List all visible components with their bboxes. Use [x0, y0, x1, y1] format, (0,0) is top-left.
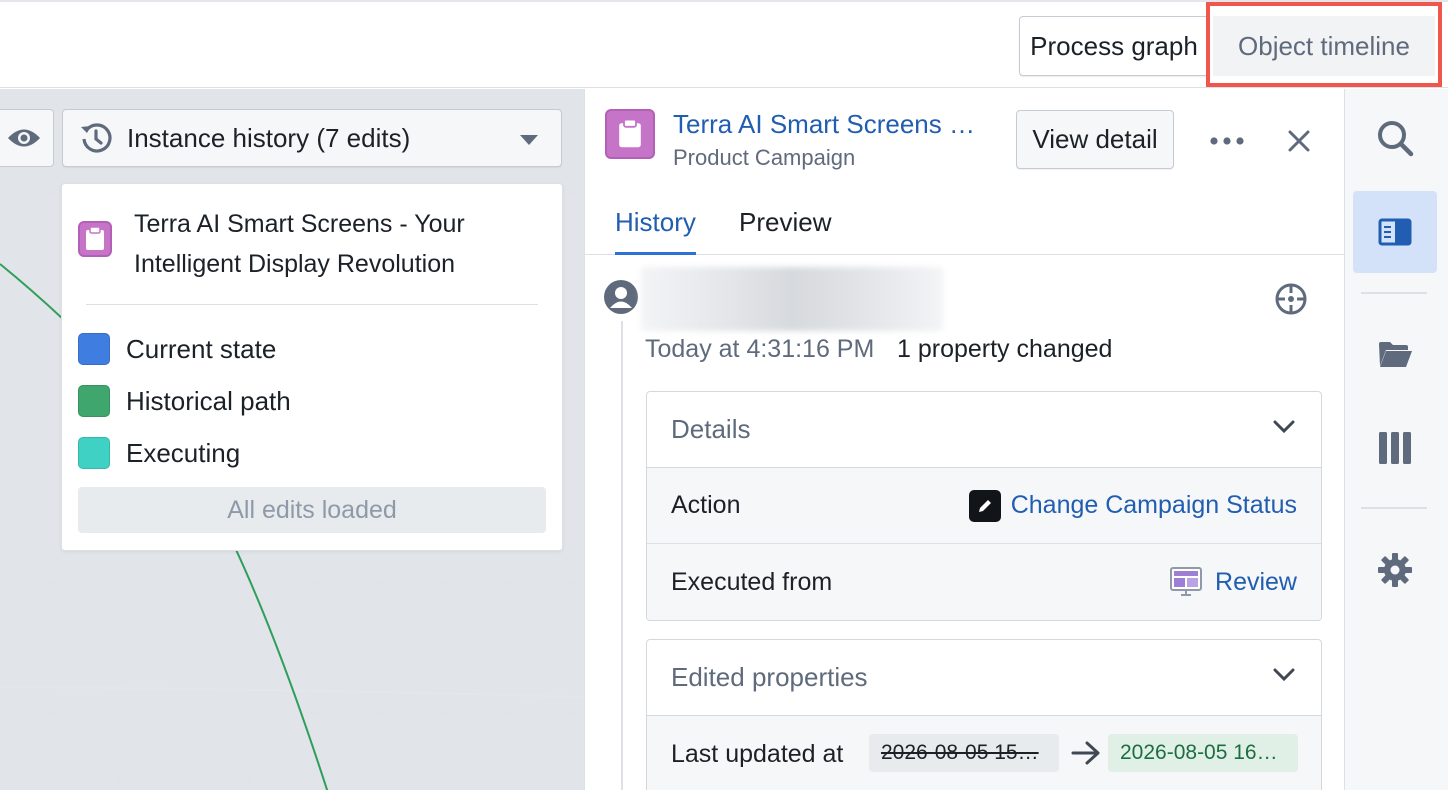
graph-legend: Terra AI Smart Screens - Your Intelligen…: [61, 183, 563, 551]
more-options-button[interactable]: [1203, 121, 1251, 161]
legend-item-executing: Executing: [78, 436, 240, 470]
close-icon: [1288, 130, 1310, 152]
view-detail-button[interactable]: View detail: [1016, 110, 1174, 169]
action-row: Action Change Campaign Status: [647, 468, 1321, 544]
edited-properties-header[interactable]: Edited properties: [647, 640, 1321, 716]
property-change-row: Last updated at 2026-08-05 15… 2026-08-0…: [647, 716, 1321, 790]
highlight-annotation: [1206, 2, 1442, 87]
eye-icon: [8, 129, 40, 147]
action-link[interactable]: Change Campaign Status: [968, 489, 1297, 522]
executed-from-row: Executed from Review: [647, 544, 1321, 620]
top-bar: Process graph Object timeline: [0, 0, 1448, 88]
search-button[interactable]: [1353, 97, 1437, 179]
clipboard-icon: [78, 221, 112, 257]
object-type-label: Product Campaign: [673, 145, 856, 170]
settings-button[interactable]: [1353, 529, 1437, 611]
timeline-line: [621, 321, 623, 790]
workshop-app-icon: [1170, 567, 1203, 596]
object-title-link[interactable]: Terra AI Smart Screens -…: [673, 109, 983, 140]
legend-item-label: Current state: [126, 333, 277, 364]
process-graph-button[interactable]: Process graph: [1019, 16, 1209, 76]
edited-properties-card: Edited properties Last updated at 2026-0…: [646, 639, 1322, 790]
user-avatar-icon: [604, 280, 638, 314]
gear-icon: [1378, 553, 1412, 587]
instance-history-select[interactable]: Instance history (7 edits): [62, 109, 562, 167]
entry-summary: 1 property changed: [897, 335, 1113, 363]
entry-timestamp: Today at 4:31:16 PM: [645, 335, 875, 363]
details-card: Details Action Change Campaign Status Ex…: [646, 391, 1322, 621]
redacted-user-name: [641, 267, 943, 331]
graph-canvas[interactable]: Instance history (7 edits) Terra AI Smar…: [0, 89, 584, 790]
clipboard-icon: [605, 109, 655, 159]
folder-open-icon: [1379, 342, 1412, 367]
divider: [1361, 292, 1427, 294]
action-link-label: Change Campaign Status: [1010, 491, 1297, 519]
chevron-down-icon: [1273, 420, 1295, 434]
details-header[interactable]: Details: [647, 392, 1321, 468]
legend-object-title: Terra AI Smart Screens - Your Intelligen…: [134, 210, 465, 278]
columns-icon: [1379, 432, 1411, 464]
tab-preview[interactable]: Preview: [739, 207, 831, 255]
all-edits-loaded-button: All edits loaded: [78, 487, 546, 533]
divider: [1361, 507, 1427, 509]
close-panel-button[interactable]: [1277, 119, 1321, 163]
legend-item-historical-path: Historical path: [78, 384, 291, 418]
instance-history-label: Instance history (7 edits): [127, 122, 411, 153]
row-label: Executed from: [671, 567, 833, 596]
old-value: 2026-08-05 15…: [869, 734, 1059, 772]
property-name: Last updated at: [671, 739, 844, 768]
executed-from-link[interactable]: Review: [1169, 565, 1297, 599]
current-state-swatch: [78, 333, 110, 365]
detail-panel-button[interactable]: [1353, 191, 1437, 273]
right-rail: [1344, 89, 1448, 790]
executing-swatch: [78, 437, 110, 469]
chevron-down-icon: [1273, 668, 1295, 682]
legend-item-label: Executing: [126, 437, 241, 468]
caret-down-icon: [520, 135, 538, 145]
locate-icon[interactable]: [1273, 281, 1309, 317]
object-detail-panel: Terra AI Smart Screens -… Product Campai…: [584, 89, 1345, 790]
legend-item-label: Historical path: [126, 385, 291, 416]
panel-tabs: History Preview: [585, 201, 1345, 255]
row-label: Action: [671, 491, 741, 519]
details-header-label: Details: [671, 414, 751, 444]
edited-properties-label: Edited properties: [671, 662, 868, 692]
tab-history[interactable]: History: [615, 207, 696, 255]
more-icon: [1210, 137, 1244, 145]
historical-path-swatch: [78, 385, 110, 417]
history-icon: [81, 123, 112, 153]
executed-from-label: Review: [1215, 567, 1297, 596]
pencil-icon: [968, 489, 1001, 522]
divider: [86, 304, 538, 305]
new-value: 2026-08-05 16…: [1108, 734, 1298, 772]
search-icon: [1378, 121, 1414, 157]
folder-button[interactable]: [1353, 313, 1437, 395]
visibility-toggle-button[interactable]: [0, 109, 54, 167]
columns-button[interactable]: [1353, 407, 1437, 489]
panel-icon: [1378, 218, 1412, 246]
legend-item-current-state: Current state: [78, 332, 276, 366]
arrow-right-icon: [1071, 741, 1100, 765]
